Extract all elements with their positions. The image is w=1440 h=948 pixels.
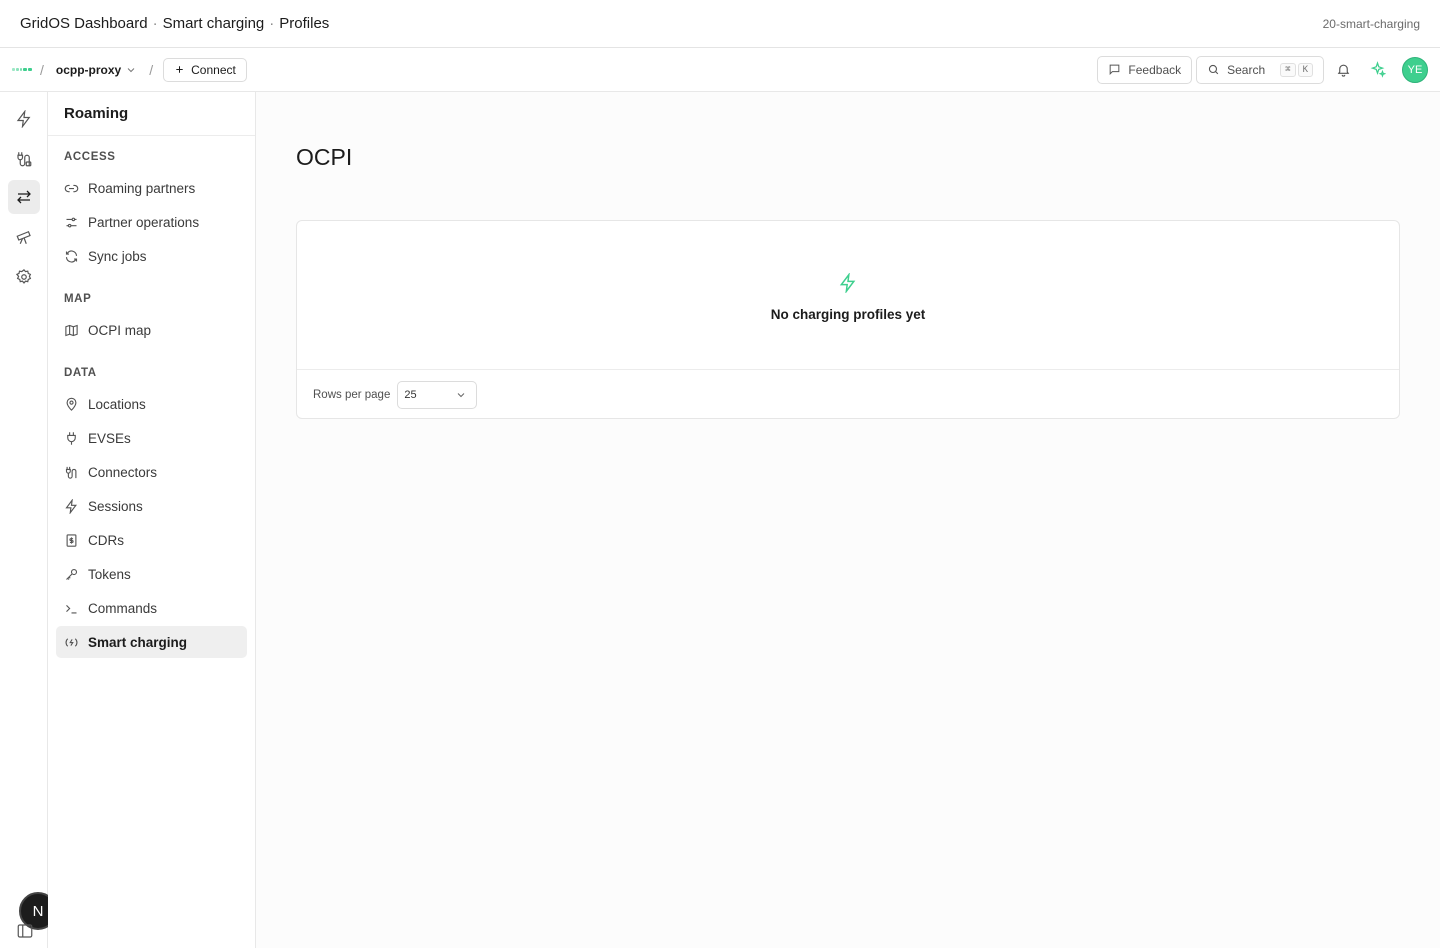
charging-signal-icon	[65, 637, 78, 647]
rows-per-page-value: 25	[404, 389, 417, 401]
title-separator: ·	[269, 15, 275, 32]
search-button[interactable]: Search ⌘ K	[1196, 55, 1324, 84]
sliders-icon	[66, 217, 77, 227]
sidebar-item-label: Connectors	[88, 464, 158, 480]
sidebar-item-label: EVSEs	[88, 430, 131, 446]
zap-icon	[65, 498, 77, 514]
sidebar-item-smart-charging[interactable]: Smart charging	[56, 626, 247, 658]
title-page: Profiles	[279, 15, 330, 32]
pagination: Rows per page 25	[313, 381, 478, 409]
plug-icon	[67, 431, 76, 445]
chevron-down-icon	[458, 393, 465, 398]
logo-icon[interactable]	[12, 68, 33, 71]
app-title: GridOS Dashboard	[20, 15, 148, 32]
rail-item-charging[interactable]	[8, 102, 40, 136]
map-pin-icon	[66, 397, 77, 411]
refresh-icon	[65, 250, 78, 262]
sidebar-item-locations[interactable]: Locations	[56, 388, 247, 420]
feedback-button[interactable]: Feedback	[1097, 55, 1193, 84]
search-label: Search	[1227, 62, 1266, 77]
empty-state: No charging profiles yet	[297, 221, 1399, 370]
window-title: GridOS Dashboard · Smart charging · Profiles	[20, 15, 329, 32]
sidebar-title: Roaming	[48, 92, 255, 136]
terminal-icon	[66, 604, 77, 613]
receipt-icon	[66, 533, 77, 547]
assistant-button[interactable]	[1362, 55, 1392, 85]
connect-button[interactable]: Connect	[163, 57, 247, 82]
sidebar-item-roaming-partners[interactable]: Roaming partners	[56, 172, 247, 204]
project-name: ocpp-proxy	[55, 62, 122, 77]
breadcrumb-separator: /	[149, 61, 154, 78]
key-icon	[66, 568, 78, 580]
sidebar-item-evses[interactable]: EVSEs	[56, 422, 247, 454]
branch-label: 20-smart-charging	[1322, 16, 1420, 31]
zap-icon	[839, 272, 856, 293]
app-header: / ocpp-proxy / Connect Feedback Search ⌘…	[0, 48, 1440, 92]
breadcrumb-separator: /	[40, 61, 44, 78]
rail-item-roaming[interactable]	[8, 180, 40, 214]
sidebar: Roaming ACCESS Roaming partners Partner …	[48, 92, 256, 948]
connect-label: Connect	[191, 62, 236, 77]
gear-icon	[15, 269, 32, 284]
plug-connector-icon	[17, 152, 32, 167]
rail-item-settings[interactable]	[8, 260, 40, 294]
chevron-down-icon	[127, 67, 135, 72]
sparkles-icon	[1370, 61, 1386, 78]
search-icon	[1209, 64, 1219, 75]
bell-icon	[1337, 64, 1349, 77]
section-title-map: MAP	[64, 293, 92, 305]
cable-icon	[65, 466, 77, 479]
sidebar-item-cdrs[interactable]: CDRs	[56, 524, 247, 556]
panel-toggle-icon[interactable]	[16, 922, 34, 945]
sidebar-item-label: Partner operations	[88, 214, 200, 230]
nav-rail: N	[0, 92, 57, 948]
sidebar-item-ocpi-map[interactable]: OCPI map	[56, 314, 247, 346]
telescope-icon	[16, 230, 31, 244]
sidebar-item-sync-jobs[interactable]: Sync jobs	[56, 240, 247, 272]
kbd-cmd: ⌘	[1280, 62, 1296, 77]
project-selector[interactable]: ocpp-proxy	[52, 63, 141, 77]
sidebar-item-label: Smart charging	[88, 634, 188, 650]
sidebar-item-label: Locations	[88, 396, 146, 412]
section-title-data: DATA	[64, 367, 97, 379]
header-actions: Feedback Search ⌘ K YE	[1097, 55, 1428, 85]
sidebar-item-label: OCPI map	[88, 322, 152, 338]
sidebar-item-connectors[interactable]: Connectors	[56, 456, 247, 488]
title-separator: ·	[152, 15, 158, 32]
rows-per-page-label: Rows per page	[313, 389, 391, 401]
sidebar-item-commands[interactable]: Commands	[56, 592, 247, 624]
map-icon	[65, 324, 78, 336]
section-title-access: ACCESS	[64, 151, 116, 163]
empty-state-text: No charging profiles yet	[770, 306, 926, 322]
zap-icon	[16, 110, 31, 128]
notifications-button[interactable]	[1328, 55, 1358, 85]
profiles-table-card: No charging profiles yet Rows per page 2…	[296, 220, 1400, 419]
link-icon	[64, 184, 79, 192]
arrows-left-right-icon	[17, 190, 31, 204]
sidebar-item-partner-operations[interactable]: Partner operations	[56, 206, 247, 238]
kbd-key: K	[1297, 62, 1313, 77]
sidebar-item-label: Roaming partners	[88, 180, 196, 196]
sidebar-item-label: Sessions	[88, 498, 143, 514]
sidebar-item-label: Tokens	[88, 566, 131, 582]
window-titlebar: GridOS Dashboard · Smart charging · Profiles…	[0, 0, 1440, 48]
sidebar-item-label: CDRs	[88, 532, 124, 548]
sidebar-item-label: Sync jobs	[88, 248, 147, 264]
plus-icon	[176, 66, 183, 73]
sidebar-item-sessions[interactable]: Sessions	[56, 490, 247, 522]
sidebar-item-tokens[interactable]: Tokens	[56, 558, 247, 590]
rows-per-page-select[interactable]: 25	[397, 381, 478, 409]
main-content: OCPI No charging profiles yet Rows per p…	[256, 92, 1440, 948]
message-square-icon	[1110, 64, 1120, 76]
page-title: OCPI	[296, 144, 353, 170]
rail-item-connectors[interactable]	[8, 142, 40, 176]
rail-item-explore[interactable]	[8, 220, 40, 254]
title-section: Smart charging	[162, 15, 265, 32]
avatar[interactable]: YE	[1402, 56, 1428, 83]
sidebar-item-label: Commands	[88, 600, 158, 616]
feedback-label: Feedback	[1128, 62, 1182, 77]
search-shortcut: ⌘ K	[1280, 62, 1313, 77]
